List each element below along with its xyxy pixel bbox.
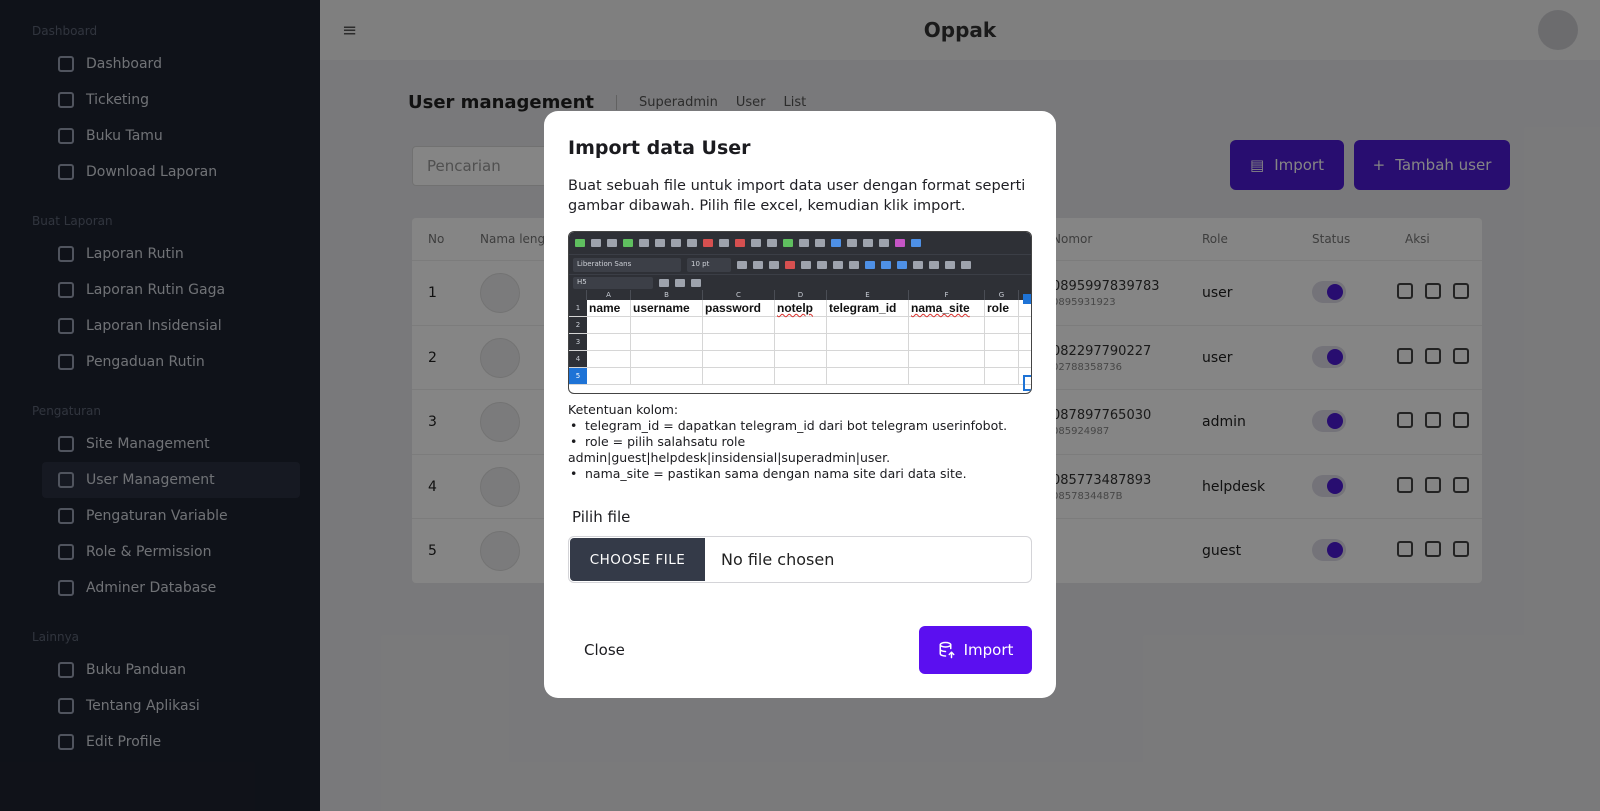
import-label: Import — [963, 641, 1014, 659]
spreadsheet-example-image: Liberation Sans 10 pt H5 ABCDEFG 1 name us… — [568, 231, 1032, 394]
spreadsheet-format-bar: Liberation Sans 10 pt — [569, 254, 1031, 274]
sheet-cell: role — [985, 300, 1019, 316]
sheet-row: 3 — [569, 334, 1031, 351]
rule-item: nama_site = pastikan sama dengan nama si… — [568, 466, 1032, 482]
sheet-row: 1 name username password notelp telegram_id na… — [569, 300, 1031, 317]
sheet-cell — [985, 351, 1019, 367]
sheet-row: 4 — [569, 351, 1031, 368]
file-label: Pilih file — [572, 508, 631, 526]
row-number-header: 1 — [569, 300, 587, 316]
import-modal: Import data User Buat sebuah file untuk … — [544, 111, 1056, 698]
sheet-cell — [703, 351, 775, 367]
sheet-cell — [631, 351, 703, 367]
grid-corner — [569, 290, 587, 300]
font-name-field: Liberation Sans — [573, 257, 681, 272]
sheet-cell: telegram_id — [827, 300, 909, 316]
row-number-header: 3 — [569, 334, 587, 350]
sheet-cell — [587, 334, 631, 350]
sheet-cell: notelp — [775, 300, 827, 316]
sheet-cell: nama_site — [909, 300, 985, 316]
selected-column-marker — [1023, 294, 1031, 304]
sheet-cell — [985, 334, 1019, 350]
file-status: No file chosen — [721, 550, 835, 569]
column-letter: G — [985, 290, 1019, 300]
close-button[interactable]: Close — [568, 626, 641, 674]
sheet-cell — [985, 317, 1019, 333]
choose-file-button[interactable]: CHOOSE FILE — [570, 538, 705, 581]
modal-title: Import data User — [568, 137, 751, 159]
sheet-cell: username — [631, 300, 703, 316]
row-number-header: 4 — [569, 351, 587, 367]
sheet-cell — [631, 334, 703, 350]
row-number-header: 5 — [569, 368, 587, 384]
sheet-cell — [909, 317, 985, 333]
column-headers: ABCDEFG — [569, 290, 1031, 300]
column-rules: Ketentuan kolom: telegram_id = dapatkan … — [568, 402, 1032, 482]
sheet-cell — [827, 317, 909, 333]
rules-title: Ketentuan kolom: — [568, 402, 679, 417]
sheet-cell — [985, 368, 1019, 384]
sheet-cell — [827, 351, 909, 367]
spreadsheet-formula-bar: H5 — [569, 274, 1031, 290]
sheet-row: 5 — [569, 368, 1031, 385]
column-letter: A — [587, 290, 631, 300]
sheet-cell — [909, 351, 985, 367]
sheet-cell — [703, 368, 775, 384]
sheet-cell: name — [587, 300, 631, 316]
file-input[interactable]: CHOOSE FILE No file chosen — [568, 536, 1032, 583]
selected-cell-marker — [1023, 375, 1031, 391]
sheet-cell — [827, 334, 909, 350]
sheet-cell — [775, 368, 827, 384]
sheet-cell — [827, 368, 909, 384]
sheet-cell: password — [703, 300, 775, 316]
sheet-cell — [775, 317, 827, 333]
sheet-cell — [587, 368, 631, 384]
row-number-header: 2 — [569, 317, 587, 333]
sheet-cell — [703, 317, 775, 333]
column-letter: D — [775, 290, 827, 300]
column-letter: E — [827, 290, 909, 300]
rule-item: role = pilih salahsatu role — [568, 434, 1032, 450]
column-letter: B — [631, 290, 703, 300]
sheet-cell — [587, 351, 631, 367]
column-letter: F — [909, 290, 985, 300]
database-import-icon — [938, 641, 956, 659]
font-size-field: 10 pt — [687, 257, 731, 272]
sheet-cell — [909, 368, 985, 384]
sheet-cell — [631, 368, 703, 384]
modal-description: Buat sebuah file untuk import data user … — [568, 178, 1026, 214]
spreadsheet-toolbar — [569, 232, 1031, 254]
spreadsheet-grid: ABCDEFG 1 name username password notelp teleg… — [569, 290, 1031, 385]
rule-item-continued: admin|guest|helpdesk|insidensial|superad… — [568, 450, 891, 465]
sheet-cell — [587, 317, 631, 333]
sheet-cell — [703, 334, 775, 350]
sheet-cell — [775, 351, 827, 367]
sheet-row: 2 — [569, 317, 1031, 334]
sheet-cell — [775, 334, 827, 350]
rule-item: telegram_id = dapatkan telegram_id dari … — [568, 418, 1032, 434]
cell-ref-field: H5 — [573, 276, 653, 289]
sheet-cell — [909, 334, 985, 350]
modal-footer: Close Import — [568, 626, 1032, 674]
import-button[interactable]: Import — [919, 626, 1032, 674]
sheet-cell — [631, 317, 703, 333]
column-letter: C — [703, 290, 775, 300]
